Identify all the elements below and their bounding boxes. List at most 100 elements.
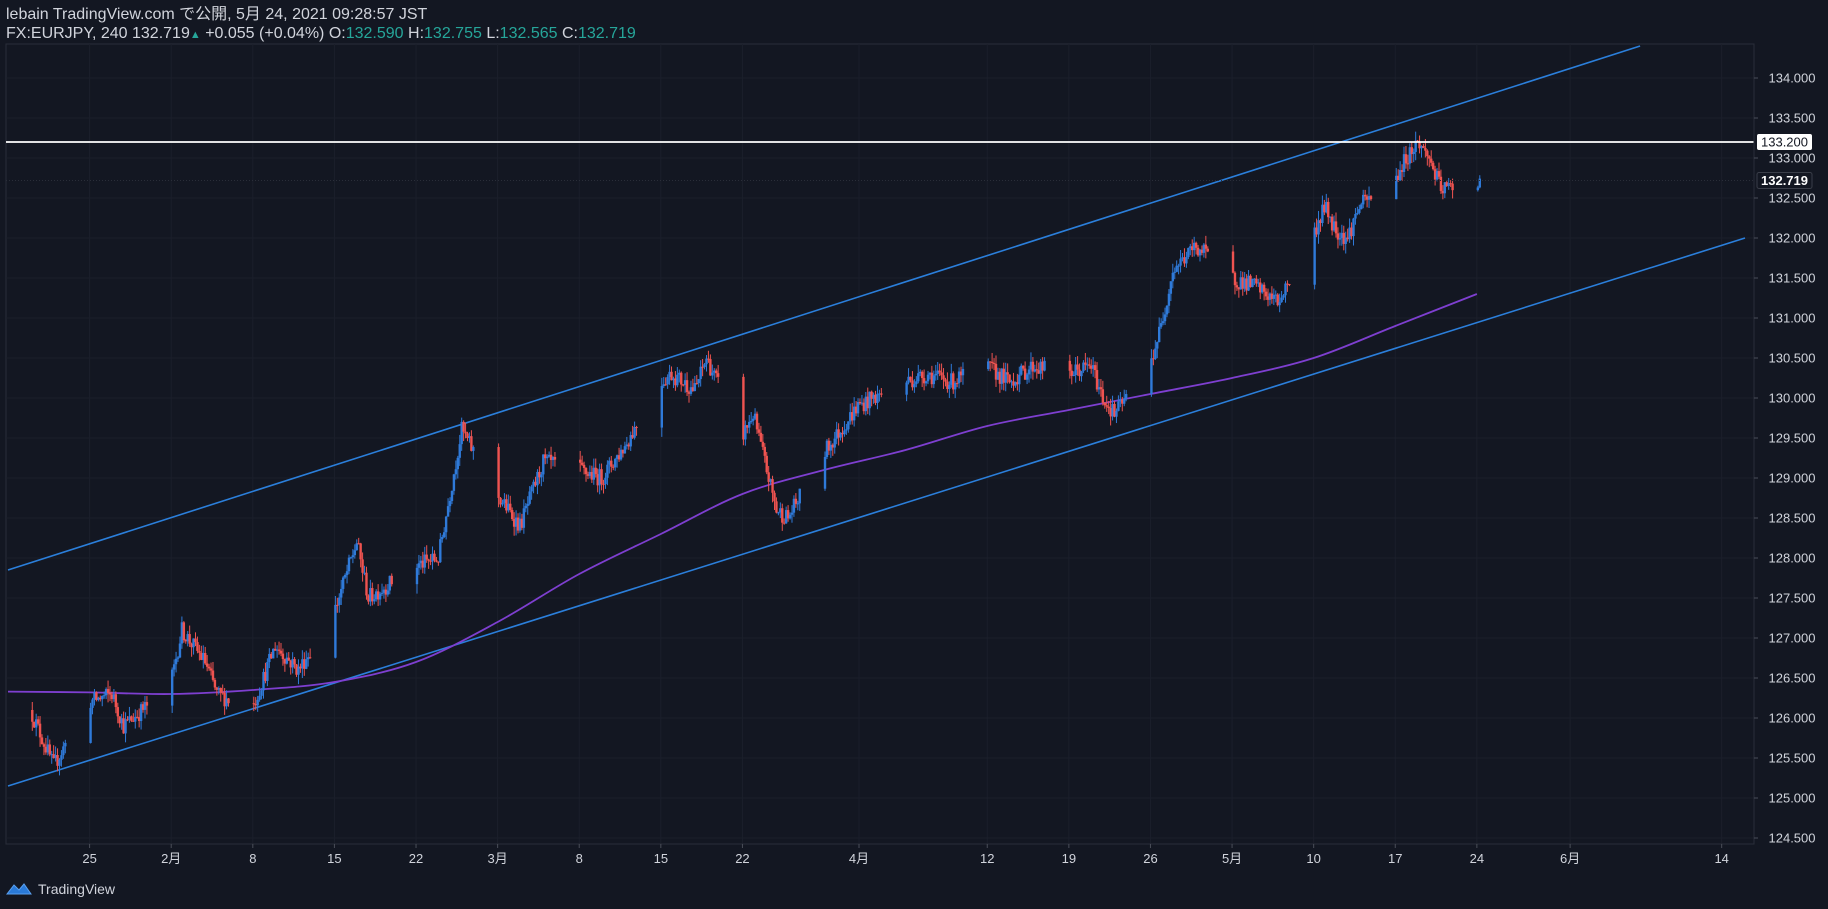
candle-down: [952, 371, 955, 394]
plot-frame: [5, 43, 1755, 845]
candle-body: [1369, 196, 1373, 200]
candle-body: [796, 503, 800, 505]
candle-body: [89, 707, 92, 743]
candle-body: [1352, 218, 1355, 237]
candle-up: [633, 421, 636, 440]
candle-body: [361, 559, 364, 573]
candle-body: [1035, 369, 1038, 371]
gridlines: [6, 44, 1754, 844]
candle-body: [716, 373, 720, 377]
candle-body: [1080, 371, 1083, 377]
candle-body: [205, 663, 209, 667]
price-tick-label: 127.500: [1769, 591, 1816, 606]
candle-up: [623, 441, 627, 454]
candle-body: [1437, 171, 1441, 177]
candle-body: [1264, 291, 1268, 297]
candle-body: [763, 446, 766, 456]
candle-body: [938, 370, 941, 373]
candle-body: [771, 479, 774, 493]
candle-body: [462, 421, 465, 432]
candle-body: [198, 650, 201, 653]
time-tick-label: 25: [82, 851, 96, 866]
candle-body: [343, 574, 347, 578]
candle-body: [219, 687, 222, 693]
candle-body: [130, 716, 133, 721]
time-tick-label: 4月: [849, 851, 869, 866]
price-axis[interactable]: 124.500 125.000 125.500 126.000 126.500 127.0…: [1753, 44, 1816, 846]
candle-body: [1008, 374, 1011, 383]
candle-body: [1272, 295, 1276, 299]
candle-body: [613, 458, 617, 468]
candle-body: [610, 460, 613, 467]
candle-body: [415, 567, 419, 585]
candle-body: [108, 692, 112, 695]
horizontal-line[interactable]: [6, 141, 1754, 181]
candle-body: [58, 759, 61, 766]
candle-body: [1356, 212, 1359, 214]
candle-body: [1363, 194, 1367, 197]
candle-body: [1424, 147, 1427, 151]
candle-body: [472, 447, 475, 451]
candle-body: [464, 431, 467, 434]
candle-down: [600, 463, 603, 491]
candle-body: [1006, 372, 1009, 375]
candle-body: [1169, 281, 1173, 294]
candle-body: [101, 696, 104, 700]
candle-body: [934, 373, 937, 376]
candle-body: [1156, 342, 1159, 349]
candle-body: [798, 488, 801, 504]
candle-down: [994, 355, 998, 387]
candle-body: [759, 432, 763, 442]
candle-body: [748, 421, 751, 428]
candle-down: [287, 652, 290, 661]
candle-body: [699, 366, 702, 380]
candle-body: [676, 374, 679, 386]
candle-body: [1313, 227, 1316, 285]
candle-body: [961, 368, 965, 376]
candle-up: [522, 499, 526, 534]
candle-body: [660, 386, 664, 428]
candle-body: [623, 446, 627, 454]
price-tick-label: 129.000: [1769, 471, 1816, 486]
candle-body: [765, 455, 768, 473]
price-tick-label: 131.500: [1769, 271, 1816, 286]
candle-down: [716, 364, 720, 384]
last-price-label: 132.719: [1761, 173, 1808, 188]
candle-up: [297, 659, 300, 685]
candle-body: [425, 554, 428, 560]
candle-body: [788, 514, 792, 519]
time-tick-label: 15: [327, 851, 341, 866]
candle-body: [353, 550, 357, 556]
candle-down: [182, 621, 186, 643]
candle-up: [1478, 175, 1481, 189]
candle-up: [1352, 217, 1355, 246]
candle-body: [1021, 365, 1025, 369]
candle-body: [227, 698, 230, 704]
time-tick-label: 6月: [1560, 851, 1580, 866]
candle-body: [856, 401, 860, 414]
candle-body: [1159, 323, 1163, 327]
candle-down: [942, 368, 945, 389]
candle-body: [600, 469, 603, 485]
price-tick-label: 126.000: [1769, 711, 1816, 726]
candle-body: [378, 593, 382, 600]
candle-body: [417, 563, 421, 568]
price-tick-label: 124.500: [1769, 831, 1816, 846]
channel-lower-line[interactable]: [7, 237, 1746, 787]
candle-body: [1099, 387, 1103, 390]
candle-body: [666, 377, 669, 385]
candle-body: [1076, 364, 1079, 370]
candle-down: [509, 495, 512, 513]
price-chart[interactable]: 124.500 125.000 125.500 126.000 126.500 127.0…: [0, 0, 1828, 909]
candle-body: [1018, 374, 1021, 385]
price-tick-label: 133.000: [1769, 151, 1816, 166]
time-tick-label: 17: [1388, 851, 1402, 866]
price-tick-label: 134.000: [1769, 71, 1816, 86]
time-tick-label: 14: [1714, 851, 1728, 866]
price-tick-label: 126.500: [1769, 671, 1816, 686]
candle-body: [182, 622, 186, 640]
candle-body: [1095, 370, 1099, 390]
candle-up: [1043, 357, 1046, 372]
candle-body: [62, 746, 65, 756]
time-axis[interactable]: 25 2月 8 15 22 3月 8 15 22 4月 12 19 26 5月 10 17 24 6月 14: [6, 843, 1754, 866]
